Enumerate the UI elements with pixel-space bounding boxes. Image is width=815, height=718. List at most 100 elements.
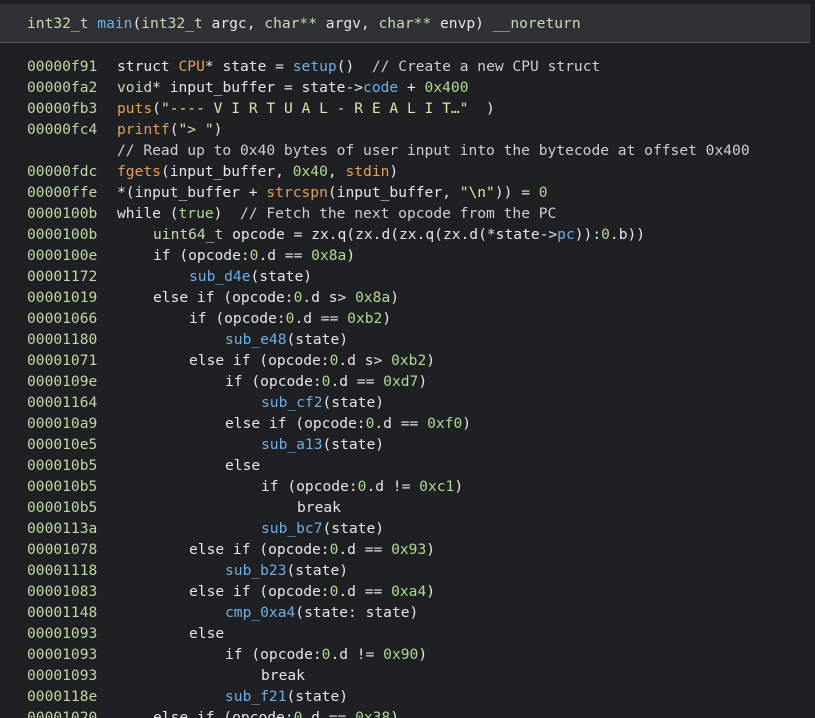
code-line[interactable]: 00001066 if (opcode:0.d == 0xb2): [0, 308, 815, 329]
function-call[interactable]: sub_b23: [225, 562, 287, 579]
line-address[interactable]: 00001078: [0, 539, 117, 560]
code-line[interactable]: 00001093 break: [0, 665, 815, 686]
function-call[interactable]: main: [97, 15, 132, 32]
code-line[interactable]: 00001180 sub_e48(state): [0, 329, 815, 350]
line-address[interactable]: 00001019: [0, 287, 117, 308]
code-line[interactable]: 00001078 else if (opcode:0.d == 0x93): [0, 539, 815, 560]
code-text: .d s>: [302, 289, 356, 306]
code-line[interactable]: 00001020 else if (opcode:0.d == 0x38): [0, 707, 815, 718]
function-call[interactable]: cmp_0xa4: [225, 604, 295, 621]
line-address[interactable]: 00001118: [0, 560, 117, 581]
code-line[interactable]: 000010b5 if (opcode:0.d != 0xc1): [0, 476, 815, 497]
code-line[interactable]: 00001172 sub_d4e(state): [0, 266, 815, 287]
line-address[interactable]: 0000100b: [0, 224, 117, 245]
code-text: ): [389, 163, 399, 180]
function-call[interactable]: sub_a13: [261, 436, 323, 453]
code-line[interactable]: 000010b5 else: [0, 455, 815, 476]
code-line[interactable]: 0000109e if (opcode:0.d == 0xd7): [0, 371, 815, 392]
literal-token: 0x400: [424, 79, 469, 96]
line-address[interactable]: 00000fdc: [0, 161, 117, 182]
code-line[interactable]: 00001071 else if (opcode:0.d s> 0xb2): [0, 350, 815, 371]
line-source: if (opcode:0.d != 0xc1): [117, 476, 463, 497]
line-address[interactable]: 00001180: [0, 329, 117, 350]
function-signature-header[interactable]: int32_t main(int32_t argc, char** argv, …: [0, 4, 810, 43]
line-address[interactable]: 00000ffe: [0, 182, 117, 203]
line-source: sub_e48(state): [117, 329, 348, 350]
function-call[interactable]: sub_bc7: [261, 520, 323, 537]
code-line[interactable]: 0000100b uint64_t opcode = zx.q(zx.d(zx.q…: [0, 224, 815, 245]
code-line[interactable]: 000010e5 sub_a13(state): [0, 434, 815, 455]
code-line[interactable]: 000010a9 else if (opcode:0.d == 0xf0): [0, 413, 815, 434]
code-line[interactable]: 00000fc4 printf("> "): [0, 119, 815, 140]
line-address[interactable]: 00000fa2: [0, 77, 117, 98]
symbol-token[interactable]: fgets: [117, 163, 161, 180]
code-line[interactable]: 00001019 else if (opcode:0.d s> 0x8a): [0, 287, 815, 308]
symbol-token[interactable]: printf: [117, 121, 170, 138]
code-text: .b)): [609, 226, 646, 243]
line-address[interactable]: 00001164: [0, 392, 117, 413]
function-call[interactable]: setup: [293, 58, 337, 75]
line-address[interactable]: 000010a9: [0, 413, 117, 434]
line-address[interactable]: [0, 140, 117, 161]
line-source: sub_bc7(state): [117, 518, 384, 539]
line-address[interactable]: 000010b5: [0, 455, 117, 476]
code-line[interactable]: 00001093 else: [0, 623, 815, 644]
code-line[interactable]: 00000ffe *(input_buffer + strcspn(input_b…: [0, 182, 815, 203]
code-line[interactable]: 00000f91 struct CPU* state = setup() // C…: [0, 56, 815, 77]
line-address[interactable]: 00000fb3: [0, 98, 117, 119]
function-call[interactable]: sub_d4e: [189, 268, 251, 285]
field-token[interactable]: pc: [557, 226, 575, 243]
field-token[interactable]: code: [363, 79, 398, 96]
line-source: cmp_0xa4(state: state): [117, 602, 418, 623]
code-line[interactable]: 00001083 else if (opcode:0.d == 0xa4): [0, 581, 815, 602]
code-line[interactable]: 00001093 if (opcode:0.d != 0x90): [0, 644, 815, 665]
line-address[interactable]: 00001093: [0, 623, 117, 644]
line-address[interactable]: 0000118e: [0, 686, 117, 707]
code-line[interactable]: 0000113a sub_bc7(state): [0, 518, 815, 539]
keyword-token: break: [297, 499, 341, 516]
code-line[interactable]: // Read up to 0x40 bytes of user input i…: [0, 140, 815, 161]
line-address[interactable]: 0000100b: [0, 203, 117, 224]
code-text: ): [454, 478, 464, 495]
code-text: (opcode:: [250, 352, 330, 369]
line-address[interactable]: 00001071: [0, 350, 117, 371]
line-address[interactable]: 00001172: [0, 266, 117, 287]
symbol-token[interactable]: stdin: [345, 163, 389, 180]
function-call[interactable]: sub_cf2: [261, 394, 323, 411]
code-text: ): [468, 100, 495, 117]
function-call[interactable]: sub_f21: [225, 688, 287, 705]
code-line[interactable]: 0000100b while (true) // Fetch the next o…: [0, 203, 815, 224]
code-line[interactable]: 00000fb3 puts("---- V I R T U A L - R E A…: [0, 98, 815, 119]
code-text: * input_buffer = state->: [152, 79, 364, 96]
code-line[interactable]: 0000100e if (opcode:0.d == 0x8a): [0, 245, 815, 266]
symbol-token[interactable]: CPU: [179, 58, 205, 75]
line-address[interactable]: 00001083: [0, 581, 117, 602]
line-address[interactable]: 00000f91: [0, 56, 117, 77]
line-address[interactable]: 000010b5: [0, 476, 117, 497]
function-call[interactable]: sub_e48: [225, 331, 287, 348]
code-line[interactable]: 00001118 sub_b23(state): [0, 560, 815, 581]
symbol-token[interactable]: strcspn: [266, 184, 328, 201]
line-address[interactable]: 0000109e: [0, 371, 117, 392]
line-address[interactable]: 000010e5: [0, 434, 117, 455]
symbol-token[interactable]: puts: [117, 100, 152, 117]
code-line[interactable]: 00001164 sub_cf2(state): [0, 392, 815, 413]
line-address[interactable]: 000010b5: [0, 497, 117, 518]
code-text: (state): [286, 331, 349, 348]
code-line[interactable]: 00001148 cmp_0xa4(state: state): [0, 602, 815, 623]
line-address[interactable]: 00001020: [0, 707, 117, 718]
line-address[interactable]: 00001148: [0, 602, 117, 623]
line-address[interactable]: 0000113a: [0, 518, 117, 539]
line-address[interactable]: 0000100e: [0, 245, 117, 266]
code-text: ): [213, 121, 223, 138]
line-address[interactable]: 00001066: [0, 308, 117, 329]
line-address[interactable]: 00001093: [0, 644, 117, 665]
line-source: else if (opcode:0.d == 0xf0): [117, 413, 471, 434]
code-line[interactable]: 0000118e sub_f21(state): [0, 686, 815, 707]
line-address[interactable]: 00000fc4: [0, 119, 117, 140]
code-line[interactable]: 000010b5 break: [0, 497, 815, 518]
code-line[interactable]: 00000fa2 void* input_buffer = state->code…: [0, 77, 815, 98]
line-address[interactable]: 00001093: [0, 665, 117, 686]
code-line[interactable]: 00000fdc fgets(input_buffer, 0x40, stdin): [0, 161, 815, 182]
code-text: ): [382, 310, 392, 327]
